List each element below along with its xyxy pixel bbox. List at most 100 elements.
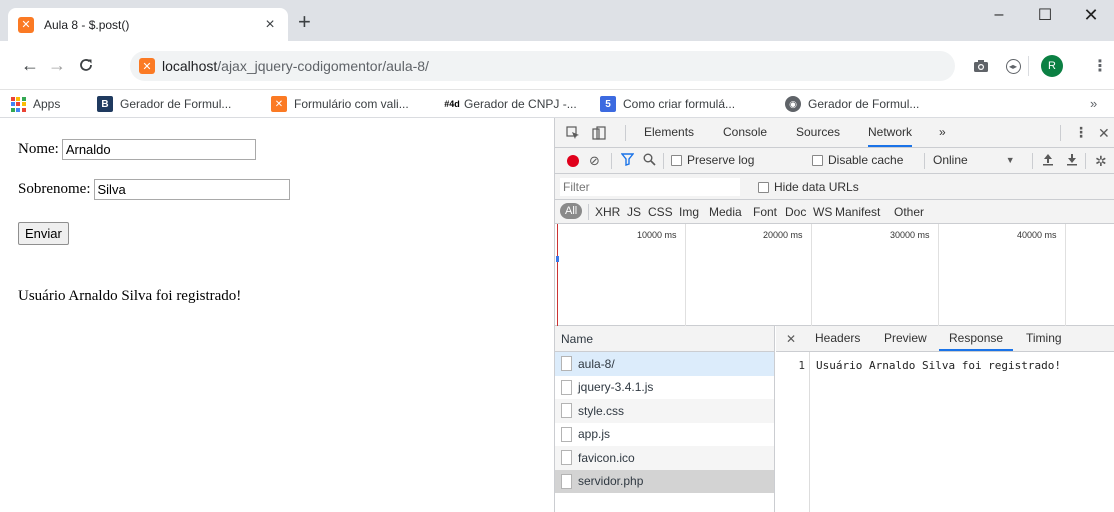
url-path: /ajax_jquery-codigomentor/aula-8/ [217, 58, 429, 74]
menu-dots-icon[interactable]: ⋮ [1090, 56, 1110, 76]
bookmark-label: Gerador de CNPJ -... [464, 97, 577, 111]
toolbar-divider [663, 153, 664, 169]
bookmark-apps[interactable]: Apps [10, 95, 60, 113]
timeline-gridline [811, 224, 812, 326]
request-row-servidor-php[interactable]: servidor.php [555, 469, 774, 493]
devtools-menu-icon[interactable]: ⋮ [1074, 124, 1088, 141]
search-icon[interactable] [643, 153, 656, 169]
type-font[interactable]: Font [753, 205, 777, 219]
filter-bar: Filter Hide data URLs [555, 174, 1114, 200]
nome-input[interactable] [61, 139, 256, 160]
browser-toolbar: ← → ✕ localhost /ajax_jquery-codigomento… [0, 41, 1114, 90]
throttle-select[interactable]: Online ▼ [933, 153, 1015, 167]
nome-label: Nome: [18, 141, 59, 157]
request-row-app-js[interactable]: app.js [555, 423, 774, 447]
type-css[interactable]: CSS [648, 205, 673, 219]
minimize-button[interactable]: – [976, 0, 1022, 30]
filter-icon[interactable] [620, 153, 635, 169]
tab-close-icon[interactable]: × [262, 16, 278, 34]
reload-button[interactable] [76, 53, 96, 77]
filter-input[interactable]: Filter [560, 178, 740, 196]
tab-console[interactable]: Console [723, 118, 767, 147]
timeline-start-marker [557, 224, 558, 326]
type-media[interactable]: Media [709, 205, 742, 219]
enviar-button[interactable]: Enviar [18, 222, 69, 245]
bookmark-gerador-cnpj[interactable]: #4d Gerador de CNPJ -... [444, 95, 577, 113]
hide-data-urls-checkbox[interactable]: Hide data URLs [758, 180, 859, 194]
dropdown-arrow-icon: ▼ [1005, 155, 1015, 165]
close-detail-icon[interactable]: ✕ [786, 332, 796, 346]
back-button[interactable]: ← [20, 53, 40, 77]
sobrenome-input[interactable] [93, 179, 290, 200]
bookmark-como-criar[interactable]: 5 Como criar formulá... [600, 95, 735, 113]
bookmark-label: Apps [33, 97, 61, 111]
devtools-close-icon[interactable]: ✕ [1098, 125, 1110, 142]
tab-preview[interactable]: Preview [884, 326, 927, 351]
maximize-button[interactable]: ☐ [1022, 0, 1068, 30]
bookmark-gerador-formul-1[interactable]: B Gerador de Formul... [97, 95, 231, 113]
tab-response[interactable]: Response [939, 326, 1014, 351]
type-ws[interactable]: WS [813, 205, 832, 219]
tab-elements[interactable]: Elements [644, 118, 694, 147]
response-body[interactable]: 1 Usuário Arnaldo Silva foi registrado! [776, 352, 1114, 512]
toolbar-divider [611, 153, 612, 169]
inspect-element-icon[interactable] [565, 125, 581, 141]
import-har-icon[interactable] [1042, 153, 1054, 169]
resource-type-filter: All XHR JS CSS Img Media Font Doc WS Man… [555, 200, 1114, 224]
forward-button[interactable]: → [47, 53, 67, 77]
preserve-log-label: Preserve log [687, 153, 755, 167]
request-row-jquery[interactable]: jquery-3.4.1.js [555, 376, 774, 400]
camera-icon[interactable] [971, 56, 991, 76]
file-icon [561, 379, 572, 395]
record-icon[interactable] [567, 155, 579, 167]
request-name: jquery-3.4.1.js [578, 380, 654, 395]
bookmark-formulario-vali[interactable]: ✕ Formulário com vali... [271, 95, 409, 113]
tab-divider [1060, 125, 1061, 141]
bookmarks-overflow-button[interactable]: » [1090, 96, 1097, 111]
address-bar[interactable]: ✕ localhost /ajax_jquery-codigomentor/au… [130, 51, 955, 81]
network-timeline[interactable]: 10000 ms 20000 ms 30000 ms 40000 ms [555, 224, 1114, 326]
file-icon [561, 403, 572, 419]
tab-sources[interactable]: Sources [796, 118, 840, 147]
xampp-icon: ✕ [18, 16, 34, 33]
type-divider [588, 204, 589, 220]
export-har-icon[interactable] [1066, 153, 1078, 169]
type-manifest[interactable]: Manifest [835, 205, 880, 219]
type-xhr[interactable]: XHR [595, 205, 620, 219]
settings-gear-icon[interactable]: ✲ [1095, 153, 1107, 170]
b-icon: B [97, 96, 113, 112]
device-toolbar-icon[interactable] [591, 125, 607, 141]
tab-timing[interactable]: Timing [1026, 326, 1062, 351]
new-tab-button[interactable]: + [298, 11, 311, 33]
request-row-favicon[interactable]: favicon.ico [555, 446, 774, 470]
browser-tab-active[interactable]: ✕ Aula 8 - $.post() × [8, 8, 288, 41]
type-all[interactable]: All [560, 203, 583, 219]
response-text: Usuário Arnaldo Silva foi registrado! [816, 359, 1062, 372]
file-icon [561, 356, 572, 372]
request-row-style-css[interactable]: style.css [555, 399, 774, 423]
extension-icon[interactable]: ◂▸ [1003, 56, 1023, 76]
bookmark-gerador-formul-2[interactable]: ◉ Gerador de Formul... [785, 95, 919, 113]
line-number: 1 [776, 352, 810, 512]
profile-avatar[interactable]: R [1041, 55, 1063, 77]
toolbar-divider [1085, 153, 1086, 169]
clear-icon[interactable]: ⊘ [589, 153, 600, 169]
type-js[interactable]: JS [627, 205, 641, 219]
timeline-label: 40000 ms [1017, 230, 1057, 240]
bookmark-label: Formulário com vali... [294, 97, 409, 111]
preserve-log-checkbox[interactable]: Preserve log [671, 153, 754, 167]
type-other[interactable]: Other [894, 205, 924, 219]
more-tabs-button[interactable]: » [939, 118, 946, 147]
type-doc[interactable]: Doc [785, 205, 806, 219]
type-img[interactable]: Img [679, 205, 699, 219]
tab-headers[interactable]: Headers [815, 326, 860, 351]
tab-network[interactable]: Network [868, 118, 913, 147]
request-name: servidor.php [578, 474, 644, 489]
disable-cache-checkbox[interactable]: Disable cache [812, 153, 903, 167]
close-window-button[interactable]: ✕ [1068, 0, 1114, 30]
timeline-request-bar [556, 256, 559, 262]
html5-icon: 5 [600, 96, 616, 112]
url-host: localhost [162, 58, 218, 74]
request-row-aula-8[interactable]: aula-8/ [555, 352, 774, 376]
name-column-header[interactable]: Name [555, 326, 775, 352]
